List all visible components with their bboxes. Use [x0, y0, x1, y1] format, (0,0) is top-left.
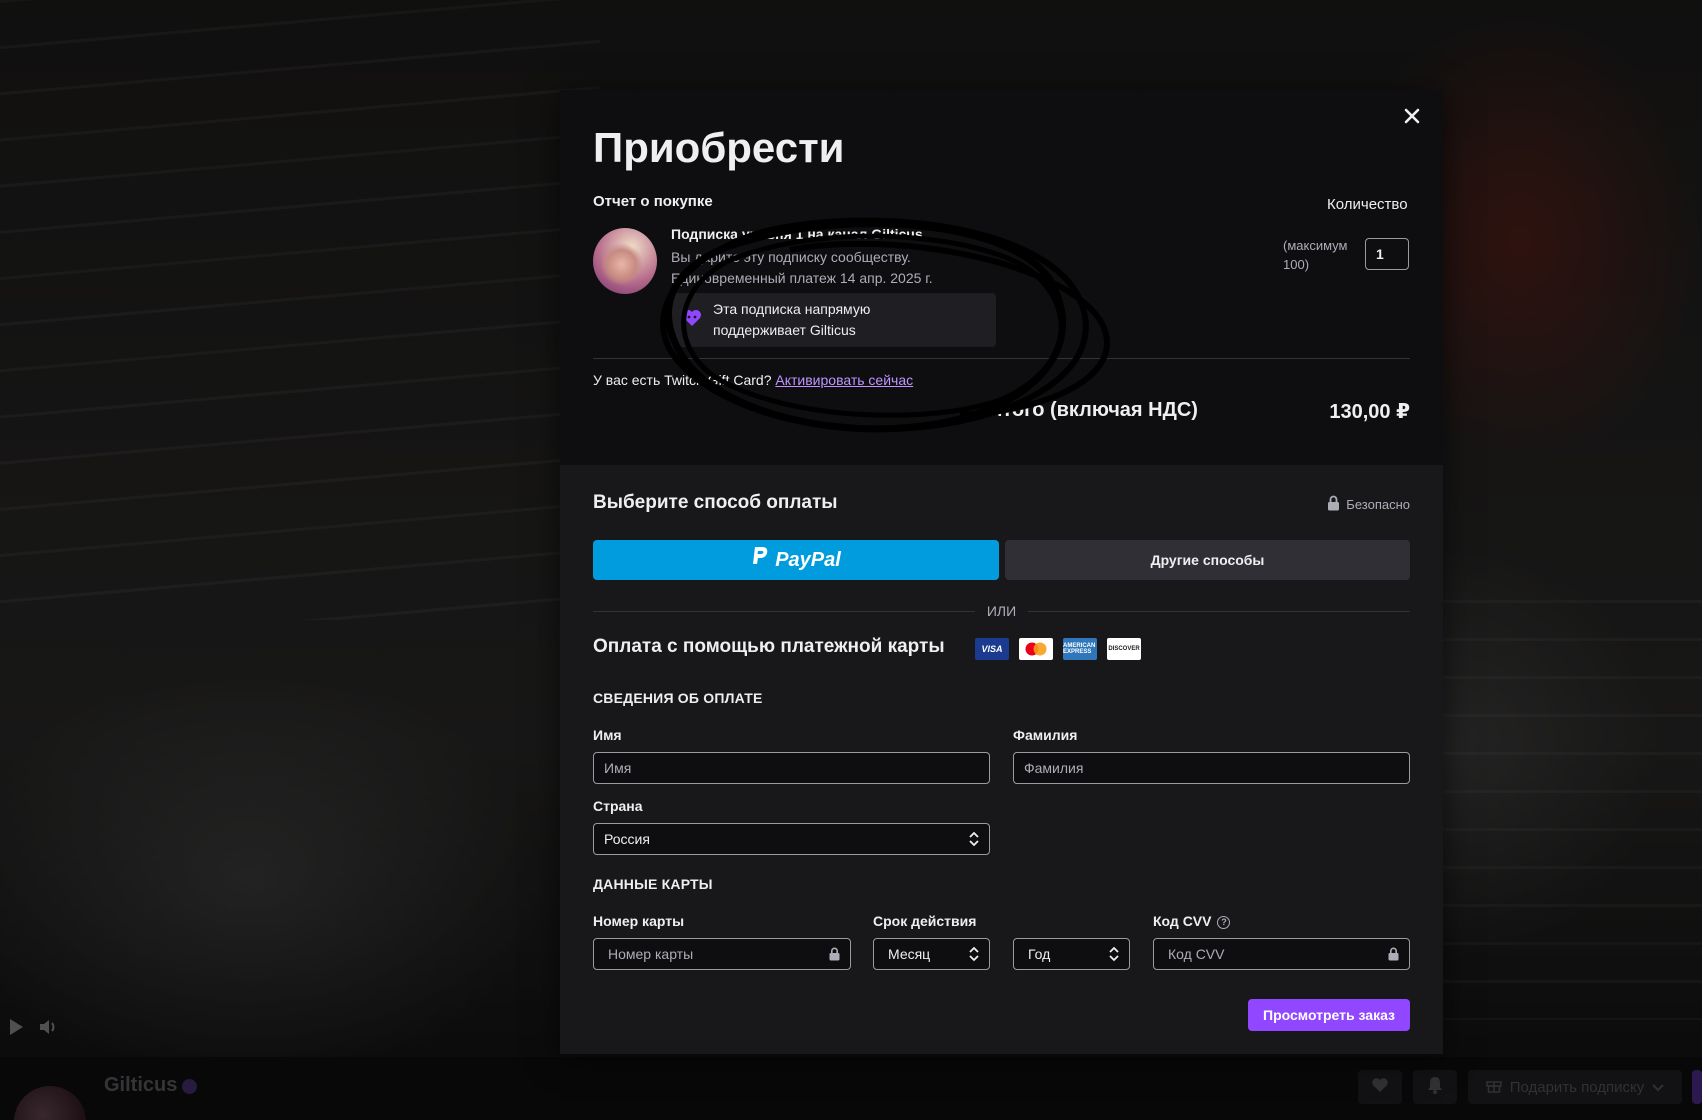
purchase-modal: Приобрести Отчет о покупке Количество По…: [560, 90, 1443, 1054]
discover-logo: DISCOVER: [1107, 638, 1141, 660]
payment-title: Выберите способ оплаты: [593, 492, 838, 513]
purchase-report-label: Отчет о покупке: [593, 193, 713, 210]
card-logos: VISA AMERICAN EXPRESS DISCOVER: [975, 638, 1141, 660]
mastercard-logo: [1019, 638, 1053, 660]
subscription-description: Вы дарите эту подписку сообществу. Едино…: [671, 247, 933, 289]
first-name-label: Имя: [593, 727, 622, 743]
gift-card-text: У вас есть Twitch Gift Card?: [593, 372, 772, 388]
expiry-month-value: Месяц: [888, 946, 931, 962]
select-chevron-icon: [1109, 946, 1119, 965]
support-notice: Эта подписка напрямую поддерживает Gilti…: [671, 293, 996, 347]
support-heart-icon: [681, 307, 703, 334]
last-name-field[interactable]: [1013, 752, 1410, 784]
first-name-field[interactable]: [593, 752, 990, 784]
gift-card-line: У вас есть Twitch Gift Card? Активироват…: [593, 372, 913, 388]
subscription-desc-line1: Вы дарите эту подписку сообществу.: [671, 249, 911, 265]
visa-logo: VISA: [975, 638, 1009, 660]
expiry-year-value: Год: [1028, 946, 1051, 962]
amex-logo: AMERICAN EXPRESS: [1063, 638, 1097, 660]
subscription-title: Подписка уровня 1 на канал Gilticus: [671, 226, 923, 242]
card-number-label: Номер карты: [593, 913, 685, 929]
quantity-label: Количество: [1327, 196, 1408, 213]
card-payment-title: Оплата с помощью платежной карты: [593, 636, 945, 657]
close-button[interactable]: [1398, 104, 1426, 132]
quantity-input[interactable]: [1365, 238, 1409, 270]
help-icon[interactable]: ?: [1217, 915, 1231, 929]
support-text: Эта подписка напрямую поддерживает Gilti…: [713, 301, 871, 338]
cvv-label: Код CVV?: [1153, 913, 1231, 929]
streamer-avatar: [593, 228, 657, 294]
country-select[interactable]: Россия: [593, 823, 990, 855]
activate-gift-card-link[interactable]: Активировать сейчас: [775, 372, 913, 388]
card-lock-icon: [829, 947, 840, 966]
card-header: ДАННЫЕ КАРТЫ: [593, 876, 713, 892]
country-label: Страна: [593, 798, 643, 814]
paypal-label: PayPal: [775, 548, 841, 571]
close-icon: [1404, 108, 1420, 129]
other-methods-label: Другие способы: [1150, 552, 1265, 568]
subscription-desc-line2: Единовременный платеж 14 апр. 2025 г.: [671, 270, 933, 286]
expiry-month-select[interactable]: Месяц: [873, 938, 990, 970]
quantity-max-hint: (максимум 100): [1283, 238, 1348, 272]
cvv-label-text: Код CVV: [1153, 913, 1212, 929]
summary-divider: [593, 358, 1410, 359]
review-order-button[interactable]: Просмотреть заказ: [1248, 999, 1410, 1031]
secure-indicator: Безопасно: [1327, 495, 1410, 514]
cvv-lock-icon: [1388, 947, 1399, 966]
secure-label: Безопасно: [1346, 497, 1410, 512]
or-line-left: [593, 610, 975, 612]
card-number-field[interactable]: [593, 938, 851, 970]
other-methods-button[interactable]: Другие способы: [1005, 540, 1410, 580]
select-chevron-icon: [969, 831, 979, 850]
modal-title: Приобрести: [593, 124, 845, 171]
select-chevron-icon: [969, 946, 979, 965]
lock-icon: [1327, 495, 1340, 514]
total-label: Итого (включая НДС): [988, 399, 1198, 421]
paypal-icon: [751, 546, 769, 574]
expiry-year-select[interactable]: Год: [1013, 938, 1130, 970]
or-line-right: [1028, 610, 1410, 612]
expiry-label: Срок действия: [873, 913, 977, 929]
paypal-button[interactable]: PayPal: [593, 540, 999, 580]
cvv-field[interactable]: [1153, 938, 1410, 970]
total-value: 130,00 ₽: [1329, 401, 1410, 423]
or-separator: ИЛИ: [593, 603, 1410, 619]
review-order-label: Просмотреть заказ: [1263, 1007, 1395, 1023]
last-name-label: Фамилия: [1013, 727, 1078, 743]
billing-header: СВЕДЕНИЯ ОБ ОПЛАТЕ: [593, 690, 763, 706]
country-value: Россия: [604, 831, 650, 847]
or-label: ИЛИ: [986, 603, 1017, 619]
